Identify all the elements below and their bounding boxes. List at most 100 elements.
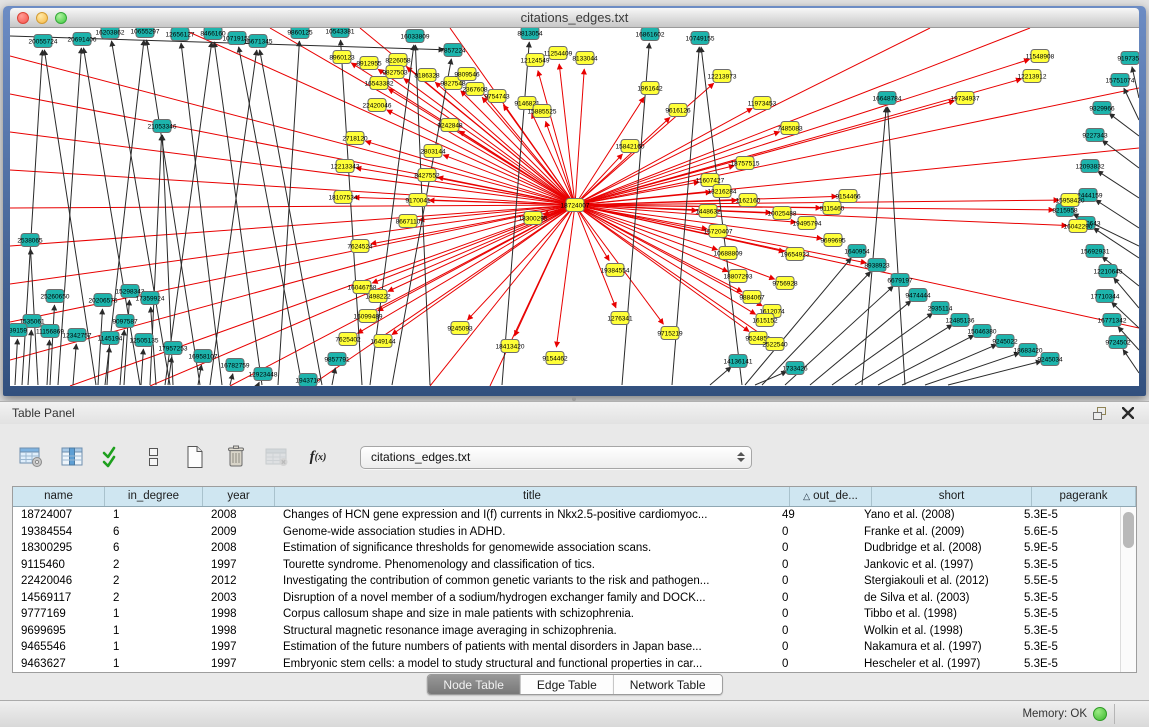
network-node[interactable]: 18413420 bbox=[496, 340, 525, 353]
edge[interactable] bbox=[575, 69, 584, 205]
network-node[interactable]: 8667110 bbox=[396, 215, 421, 228]
network-node[interactable]: 1448632 bbox=[695, 205, 721, 218]
network-node[interactable]: 8427552 bbox=[414, 169, 440, 182]
show-columns-icon[interactable] bbox=[59, 445, 85, 469]
edge[interactable] bbox=[1109, 113, 1139, 136]
column-header-out_de[interactable]: △out_de... bbox=[790, 487, 872, 506]
network-node[interactable]: 25260650 bbox=[41, 290, 70, 303]
table-row[interactable]: 2242004622012Investigating the contribut… bbox=[13, 573, 1120, 590]
table-row[interactable]: 1938455462009Genome-wide association stu… bbox=[13, 524, 1120, 541]
network-node[interactable]: 1733426 bbox=[782, 362, 808, 375]
network-node[interactable]: 9857791 bbox=[324, 353, 350, 366]
window-titlebar[interactable]: citations_edges.txt bbox=[10, 8, 1139, 28]
network-node[interactable]: 9197353 bbox=[1117, 52, 1139, 65]
network-node[interactable]: 2718120 bbox=[342, 132, 368, 145]
network-node[interactable]: 9329966 bbox=[1089, 102, 1115, 115]
network-node[interactable]: 1498222 bbox=[365, 290, 391, 303]
table-row[interactable]: 977716911998Corpus callosum shape and si… bbox=[13, 606, 1120, 623]
network-node[interactable]: 9242848 bbox=[437, 119, 463, 132]
network-node[interactable]: 9115460 bbox=[820, 202, 845, 215]
network-node[interactable]: 8960123 bbox=[329, 51, 355, 64]
network-node[interactable]: 9756928 bbox=[772, 277, 798, 290]
network-node[interactable]: 9245034 bbox=[1037, 353, 1063, 366]
function-builder-icon[interactable]: f(x) bbox=[305, 445, 331, 469]
network-node[interactable]: 12923448 bbox=[249, 368, 278, 381]
table-row[interactable]: 946554611997Estimation of the future num… bbox=[13, 639, 1120, 656]
table-mode-icon[interactable] bbox=[18, 445, 44, 469]
network-node[interactable]: 1615152 bbox=[752, 314, 778, 327]
network-node[interactable]: 8912955 bbox=[356, 57, 382, 70]
network-node[interactable]: 39159 bbox=[10, 324, 27, 337]
network-node[interactable]: 9809546 bbox=[454, 68, 480, 81]
network-node[interactable]: 1640954 bbox=[844, 245, 870, 258]
edge[interactable] bbox=[575, 88, 1139, 205]
tab-network-table[interactable]: Network Table bbox=[614, 675, 722, 694]
network-node[interactable]: 8938923 bbox=[864, 259, 890, 272]
network-node[interactable]: 12093832 bbox=[1076, 160, 1105, 173]
edge[interactable] bbox=[278, 41, 299, 385]
network-node[interactable]: 2522540 bbox=[762, 338, 788, 351]
edge[interactable] bbox=[948, 361, 1041, 385]
edge[interactable] bbox=[357, 205, 575, 333]
delete-table-icon[interactable] bbox=[264, 445, 290, 469]
network-node[interactable]: 9724502 bbox=[1105, 336, 1131, 349]
edge[interactable] bbox=[832, 313, 933, 385]
network-node[interactable]: 19654923 bbox=[781, 248, 810, 261]
edge[interactable] bbox=[141, 349, 143, 385]
network-node[interactable]: 9474444 bbox=[905, 289, 931, 302]
tab-node-table[interactable]: Node Table bbox=[427, 675, 521, 694]
network-node[interactable]: 9097587 bbox=[112, 315, 138, 328]
network-node[interactable]: 1943710 bbox=[295, 374, 321, 387]
column-header-year[interactable]: year bbox=[203, 487, 275, 506]
edge[interactable] bbox=[50, 305, 54, 385]
table-selector-dropdown[interactable]: citations_edges.txt bbox=[360, 446, 752, 469]
network-node[interactable]: 8133044 bbox=[572, 52, 598, 65]
close-panel-icon[interactable] bbox=[1119, 405, 1137, 421]
edge[interactable] bbox=[575, 28, 930, 205]
network-node[interactable]: 16782759 bbox=[221, 359, 250, 372]
network-node[interactable]: 14136141 bbox=[724, 355, 753, 368]
network-node[interactable]: 6679197 bbox=[887, 274, 913, 287]
edge[interactable] bbox=[407, 67, 575, 205]
table-row[interactable]: 946362711997Embryonic stem cells: a mode… bbox=[13, 656, 1120, 673]
edge[interactable] bbox=[73, 344, 76, 385]
network-node[interactable]: 16203862 bbox=[96, 28, 125, 39]
network-node[interactable]: 12213912 bbox=[1018, 70, 1047, 83]
column-header-pagerank[interactable]: pagerank bbox=[1032, 487, 1136, 506]
column-header-in_degree[interactable]: in_degree bbox=[105, 487, 203, 506]
network-node[interactable]: 1162160 bbox=[736, 194, 761, 207]
network-node[interactable]: 9245022 bbox=[992, 335, 1018, 348]
network-node[interactable]: 18107534 bbox=[329, 191, 358, 204]
network-node[interactable]: 12210645 bbox=[1094, 265, 1123, 278]
network-node[interactable]: 10688809 bbox=[714, 247, 743, 260]
edge[interactable] bbox=[810, 301, 911, 385]
edge[interactable] bbox=[1096, 200, 1139, 228]
edge[interactable] bbox=[230, 374, 233, 385]
network-node[interactable]: 2803144 bbox=[420, 145, 446, 158]
network-node[interactable]: 9715219 bbox=[657, 327, 683, 340]
network-node[interactable]: 19495794 bbox=[793, 217, 822, 230]
network-node[interactable]: 9154466 bbox=[835, 190, 861, 203]
network-node[interactable]: 9170041 bbox=[405, 194, 431, 207]
network-node[interactable]: 2538065 bbox=[17, 234, 43, 247]
column-header-short[interactable]: short bbox=[872, 487, 1032, 506]
edge[interactable] bbox=[47, 340, 50, 385]
network-node[interactable]: 10655297 bbox=[131, 28, 160, 38]
edge[interactable] bbox=[230, 205, 575, 386]
network-node[interactable]: 16033809 bbox=[401, 30, 430, 43]
edge[interactable] bbox=[210, 50, 257, 385]
edge[interactable] bbox=[214, 42, 262, 385]
network-node[interactable]: 1649144 bbox=[370, 335, 396, 348]
edge[interactable] bbox=[710, 367, 731, 385]
edge[interactable] bbox=[15, 339, 18, 385]
edge[interactable] bbox=[260, 50, 322, 385]
network-node[interactable]: 20691406 bbox=[68, 33, 97, 46]
network-node[interactable]: 9227343 bbox=[1082, 129, 1108, 142]
delete-columns-icon[interactable] bbox=[223, 445, 249, 469]
edge[interactable] bbox=[258, 382, 259, 385]
network-node[interactable]: 15692931 bbox=[1081, 245, 1110, 258]
network-node[interactable]: 11548908 bbox=[1026, 50, 1055, 63]
network-node[interactable]: 12213973 bbox=[708, 70, 737, 83]
network-node[interactable]: 12656127 bbox=[166, 28, 195, 41]
network-node[interactable]: 15751074 bbox=[1106, 74, 1135, 87]
